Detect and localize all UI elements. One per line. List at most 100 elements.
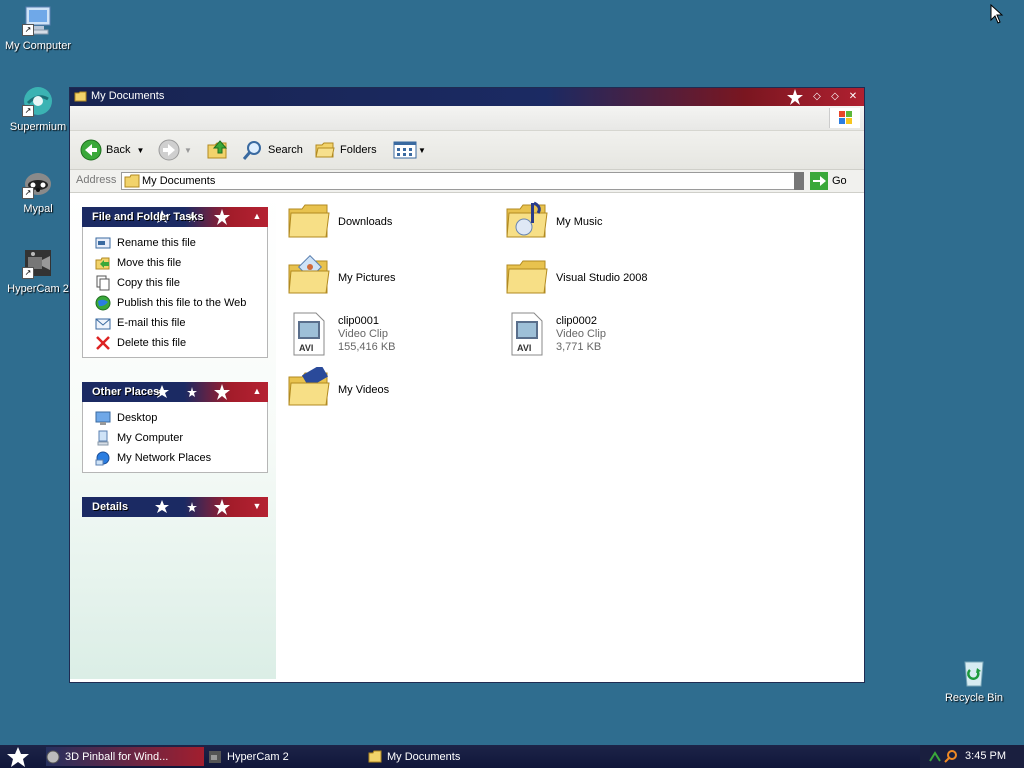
recycle-bin-icon <box>958 656 990 688</box>
file-item-clip0001[interactable]: AVI clip0001 Video Clip 155,416 KB <box>286 311 396 357</box>
stars-decoration-icon <box>155 499 230 515</box>
task-delete[interactable]: Delete this file <box>83 333 267 353</box>
place-label: Desktop <box>117 412 158 424</box>
search-tray-icon[interactable] <box>944 749 958 763</box>
task-rename[interactable]: Rename this file <box>83 233 267 253</box>
item-name: Visual Studio 2008 <box>556 271 648 284</box>
item-name: Downloads <box>338 215 393 228</box>
task-label: Move this file <box>117 257 182 269</box>
task-copy[interactable]: Copy this file <box>83 273 267 293</box>
task-label: Publish this file to the Web <box>117 297 247 309</box>
folder-icon <box>368 750 382 762</box>
views-button[interactable]: ▼ <box>393 138 426 162</box>
task-publish[interactable]: Publish this file to the Web <box>83 293 267 313</box>
other-places-panel: Other Places ▲ Desktop My Computer My Ne… <box>82 382 268 473</box>
address-input[interactable]: My Documents <box>121 172 795 190</box>
go-button[interactable]: Go <box>810 172 847 190</box>
chevron-down-icon[interactable]: ▼ <box>184 146 192 155</box>
folder-item-my-pictures[interactable]: My Pictures <box>286 255 395 301</box>
collapse-chevron-icon[interactable]: ▲ <box>250 209 264 223</box>
svg-text:AVI: AVI <box>517 343 531 353</box>
desktop-icon-recycle-bin[interactable]: Recycle Bin <box>932 656 1016 704</box>
supermium-icon: ↗ <box>22 85 54 117</box>
desktop-icon-hypercam[interactable]: ↗ HyperCam 2 <box>0 247 80 295</box>
camera-icon <box>209 750 221 763</box>
pinball-icon <box>46 750 60 763</box>
item-size: 3,771 KB <box>556 340 602 353</box>
item-type: Video Clip <box>556 327 606 340</box>
star-icon <box>787 89 803 105</box>
task-label: Copy this file <box>117 277 180 289</box>
computer-icon <box>97 430 109 446</box>
collapse-chevron-icon[interactable]: ▲ <box>250 384 264 398</box>
desktop-icon <box>95 411 111 425</box>
desktop-icon-mypal[interactable]: ↗ Mypal <box>0 167 80 215</box>
place-label: My Computer <box>117 432 184 444</box>
taskbar-button-label: 3D Pinball for Wind... <box>65 750 169 763</box>
clock[interactable]: 3:45 PM <box>965 750 1006 762</box>
panel-header[interactable]: Other Places ▲ <box>82 382 268 402</box>
file-item-clip0002[interactable]: AVI clip0002 Video Clip 3,771 KB <box>504 311 606 357</box>
expand-chevron-icon[interactable]: ▼ <box>250 499 264 513</box>
start-star-icon[interactable] <box>6 746 30 768</box>
folder-icon <box>288 204 330 238</box>
taskbar: 3D Pinball for Wind... HyperCam 2 My Doc… <box>0 745 1024 768</box>
place-network[interactable]: My Network Places <box>83 448 267 468</box>
item-name: My Pictures <box>338 271 396 284</box>
avi-file-icon: AVI <box>511 312 543 356</box>
close-button[interactable]: ✕ <box>846 90 860 103</box>
taskbar-button-label: HyperCam 2 <box>227 750 289 763</box>
desktop-icon-label: My Computer <box>4 40 72 52</box>
up-folder-button[interactable] <box>206 138 230 162</box>
taskbar-button-pinball[interactable]: 3D Pinball for Wind... <box>46 747 204 766</box>
place-label: My Network Places <box>117 452 212 464</box>
back-arrow-icon <box>80 139 102 161</box>
pictures-folder-icon <box>288 255 330 294</box>
details-panel: Details ▼ <box>82 497 268 517</box>
task-pane: File and Folder Tasks ▲ Rename this file… <box>70 193 276 679</box>
taskbar-button-my-documents[interactable]: My Documents <box>368 747 528 766</box>
folder-item-my-music[interactable]: My Music <box>504 199 602 245</box>
title-bar[interactable]: My Documents ◇ ◇ ✕ <box>70 88 864 106</box>
window-title: My Documents <box>91 90 165 102</box>
place-my-computer[interactable]: My Computer <box>83 428 267 448</box>
folder-item-downloads[interactable]: Downloads <box>286 199 392 245</box>
folders-button[interactable]: Folders <box>314 138 377 162</box>
item-size: 155,416 KB <box>338 340 396 353</box>
panel-header[interactable]: File and Folder Tasks ▲ <box>82 207 268 227</box>
task-move[interactable]: Move this file <box>83 253 267 273</box>
up-folder-icon <box>207 140 228 159</box>
menu-bar <box>70 106 864 131</box>
desktop-icon-my-computer[interactable]: ↗ My Computer <box>0 4 80 52</box>
chevron-down-icon[interactable]: ▼ <box>136 146 144 155</box>
back-button[interactable]: Back ▼ <box>80 138 144 162</box>
task-email[interactable]: E-mail this file <box>83 313 267 333</box>
avi-file-icon: AVI <box>293 312 325 356</box>
address-dropdown-button[interactable] <box>794 172 804 190</box>
network-tray-icon[interactable] <box>928 749 942 763</box>
chevron-down-icon[interactable]: ▼ <box>418 146 426 155</box>
panel-title: Other Places <box>92 386 160 398</box>
search-icon <box>242 141 261 160</box>
item-name: My Music <box>556 215 603 228</box>
taskbar-button-hypercam[interactable]: HyperCam 2 <box>208 747 358 766</box>
forward-button[interactable]: ▼ <box>158 138 192 162</box>
place-desktop[interactable]: Desktop <box>83 408 267 428</box>
desktop-icon-supermium[interactable]: ↗ Supermium <box>0 85 80 133</box>
folder-icon <box>124 174 140 188</box>
taskbar-button-label: My Documents <box>387 750 461 763</box>
maximize-button[interactable]: ◇ <box>828 90 842 103</box>
panel-body: Desktop My Computer My Network Places <box>82 402 268 473</box>
panel-header[interactable]: Details ▼ <box>82 497 268 517</box>
search-button[interactable]: Search <box>242 138 303 162</box>
system-tray: 3:45 PM <box>920 745 1024 768</box>
folder-item-visual-studio[interactable]: Visual Studio 2008 <box>504 255 648 301</box>
item-type: Video Clip <box>338 327 388 340</box>
minimize-button[interactable]: ◇ <box>810 90 824 103</box>
desktop-icon-label: Mypal <box>23 203 53 215</box>
network-places-icon <box>95 451 110 466</box>
go-arrow-icon <box>810 172 828 190</box>
folder-item-my-videos[interactable]: My Videos <box>286 367 389 413</box>
item-name: clip0001 <box>338 314 379 327</box>
search-label: Search <box>268 144 303 156</box>
